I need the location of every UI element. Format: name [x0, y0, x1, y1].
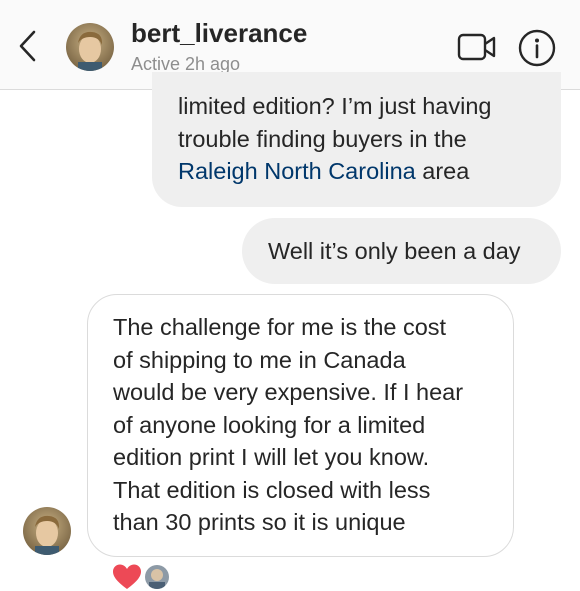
message-line: of anyone looking for a limited: [113, 411, 426, 438]
back-button[interactable]: [14, 28, 44, 64]
message-line: That edition is closed with less: [113, 476, 431, 503]
message-line: would be very expensive. If I hear: [113, 379, 464, 405]
location-link[interactable]: Raleigh North Carolina: [178, 158, 416, 184]
info-button[interactable]: [518, 29, 556, 67]
message-line: of shipping to me in Canada: [113, 346, 406, 373]
chevron-left-icon: [19, 30, 36, 62]
info-icon: [518, 29, 556, 67]
video-call-button[interactable]: [457, 33, 497, 61]
message-line: edition print I will let you know.: [113, 444, 430, 470]
message-line: trouble finding buyers in the: [178, 125, 467, 152]
message-bubble-incoming[interactable]: The challenge for me is the cost of ship…: [87, 294, 514, 557]
sender-avatar[interactable]: [23, 507, 71, 555]
message-line: The challenge for me is the cost: [113, 314, 447, 340]
reactor-avatar: [143, 563, 171, 591]
heart-icon: [113, 564, 141, 589]
message-text: Well it’s only been a day: [268, 238, 521, 264]
avatar[interactable]: [66, 23, 114, 71]
message-line: than 30 prints so it is unique: [113, 509, 406, 535]
username[interactable]: bert_liverance: [131, 18, 307, 49]
message-line: Raleigh North Carolina area: [178, 155, 561, 188]
video-camera-icon: [457, 33, 496, 61]
message-bubble-outgoing[interactable]: limited edition? I’m just having trouble…: [152, 72, 561, 207]
message-bubble-outgoing[interactable]: Well it’s only been a day: [242, 218, 561, 284]
message-reactions[interactable]: [112, 563, 192, 591]
message-text: area: [415, 158, 470, 184]
message-line: limited edition? I’m just having: [178, 93, 492, 119]
